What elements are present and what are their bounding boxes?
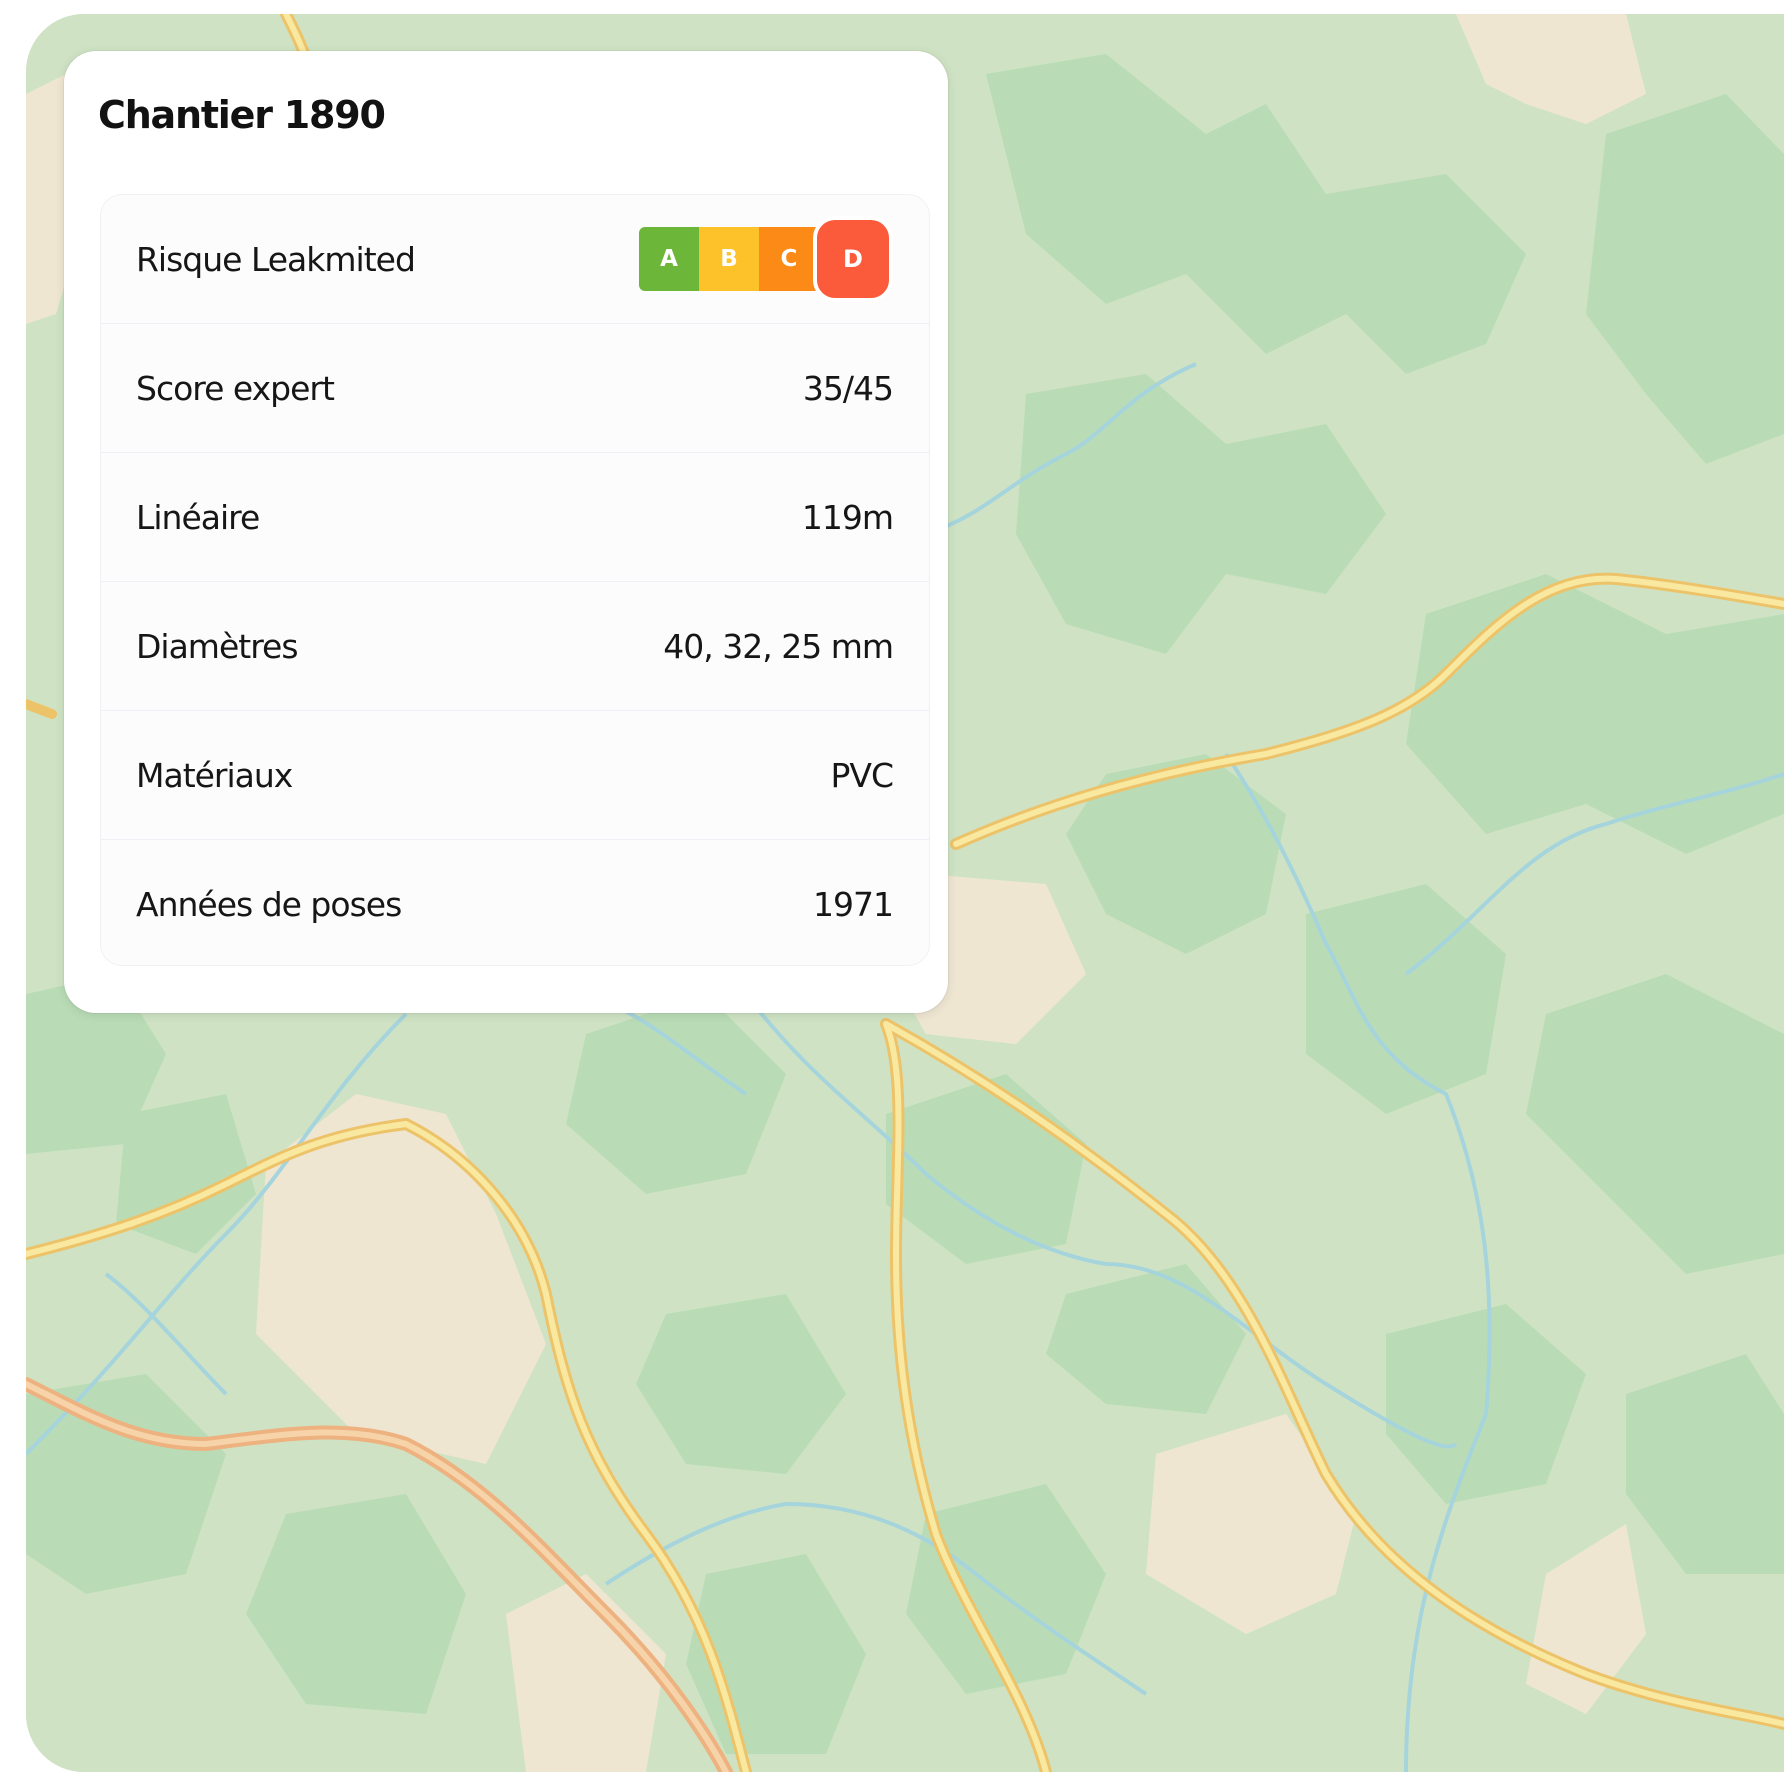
card-title: Chantier 1890 — [98, 93, 386, 137]
row-diametres: Diamètres 40, 32, 25 mm — [101, 582, 929, 711]
row-score-expert: Score expert 35/45 — [101, 324, 929, 453]
lineaire-label: Linéaire — [136, 497, 260, 537]
score-expert-label: Score expert — [136, 368, 335, 408]
row-lineaire: Linéaire 119m — [101, 453, 929, 582]
diametres-value: 40, 32, 25 mm — [663, 626, 894, 666]
annees-de-poses-label: Années de poses — [136, 885, 402, 924]
lineaire-value: 119m — [801, 497, 894, 537]
risk-rating: A B C D — [639, 216, 893, 302]
grade-c: C — [759, 227, 819, 291]
row-materiaux: Matériaux PVC — [101, 711, 929, 840]
grade-a: A — [639, 227, 699, 291]
materiaux-value: PVC — [830, 755, 894, 795]
risk-label: Risque Leakmited — [136, 239, 416, 279]
info-table: Risque Leakmited A B C D Score expert 35… — [100, 194, 930, 966]
row-risk: Risque Leakmited A B C D — [101, 195, 929, 324]
materiaux-label: Matériaux — [136, 755, 293, 795]
grade-b: B — [699, 227, 759, 291]
row-annees-de-poses: Années de poses 1971 — [101, 840, 929, 965]
grade-d-selected: D — [813, 216, 893, 302]
annees-de-poses-value: 1971 — [813, 885, 894, 924]
diametres-label: Diamètres — [136, 626, 299, 666]
score-expert-value: 35/45 — [802, 368, 894, 408]
site-info-card: Chantier 1890 Risque Leakmited A B C D S… — [64, 51, 948, 1013]
